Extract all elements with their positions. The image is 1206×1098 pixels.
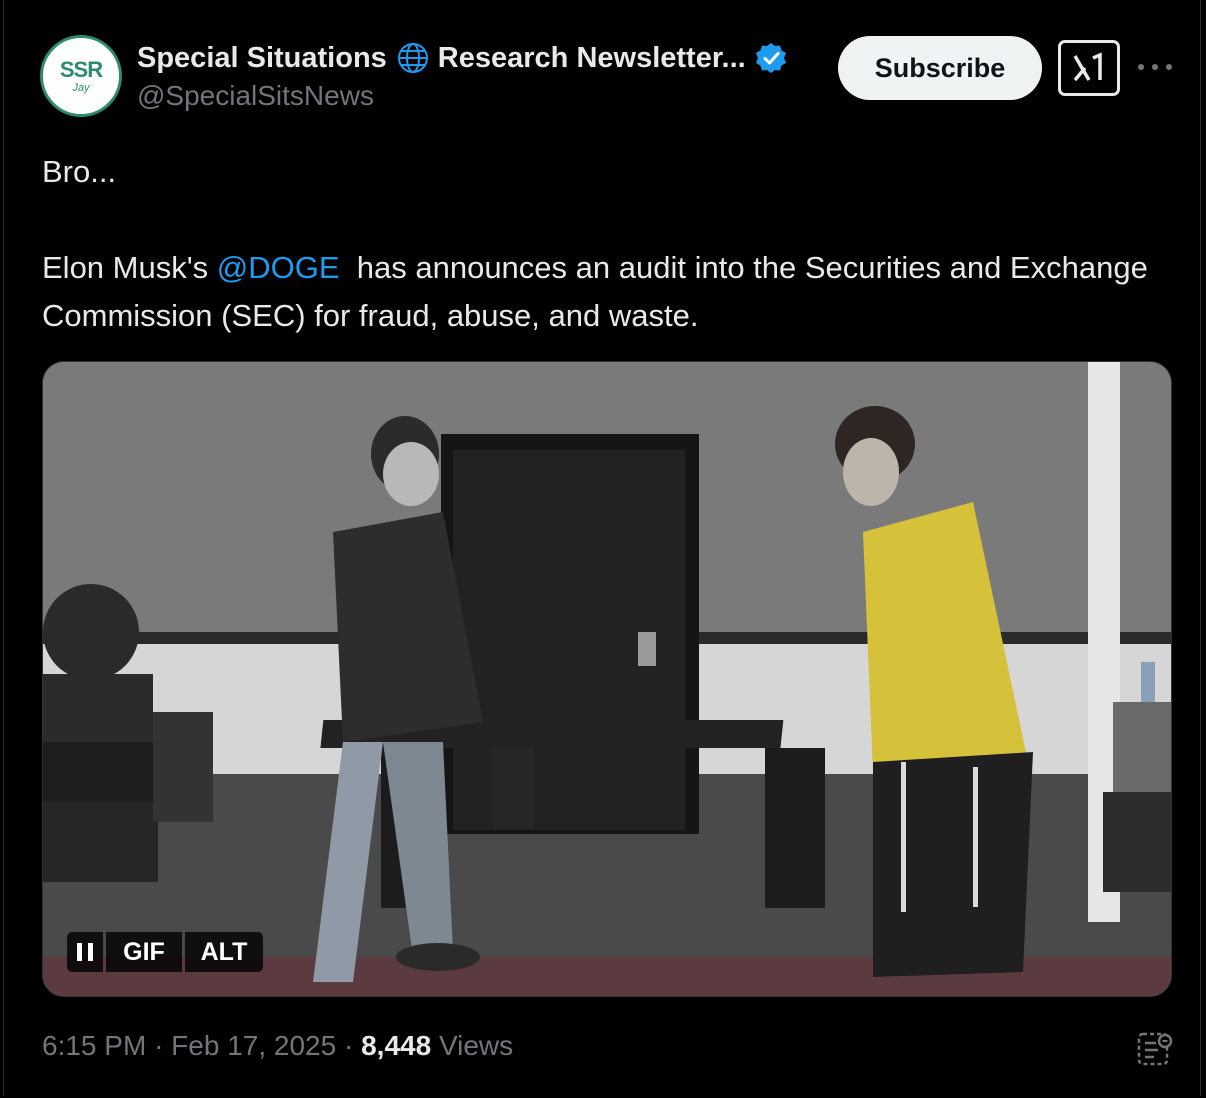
subscribe-button[interactable]: Subscribe	[838, 36, 1042, 100]
pause-button[interactable]	[67, 932, 103, 972]
display-name-suffix[interactable]: Research Newsletter...	[438, 42, 746, 75]
grok-icon	[1073, 52, 1102, 82]
grok-button[interactable]	[1058, 40, 1120, 96]
gif-badge: GIF	[106, 932, 182, 972]
tweet-text-prefix: Elon Musk's	[42, 250, 217, 285]
tweet-media-gif[interactable]: GIF ALT	[42, 361, 1172, 997]
tweet-meta: 6:15 PM · Feb 17, 2025 · 8,448 Views	[42, 1030, 513, 1062]
avatar[interactable]: SSR Jay	[40, 35, 122, 117]
meta-separator-2: ·	[343, 1030, 354, 1061]
tweet-line-2: Elon Musk's @DOGE has announces an audit…	[42, 244, 1162, 340]
more-options-button[interactable]	[1138, 52, 1172, 82]
pause-icon-bar	[88, 943, 93, 961]
doge-mention-link[interactable]: @DOGE	[217, 250, 340, 285]
avatar-text: SSR	[59, 56, 103, 82]
pause-icon	[77, 943, 82, 961]
verified-badge-icon[interactable]	[754, 41, 788, 75]
tweet-line-1: Bro...	[42, 154, 117, 189]
tweet-text: Bro... Elon Musk's @DOGE has announces a…	[42, 148, 1162, 340]
more-dot	[1152, 64, 1158, 70]
tweet-date[interactable]: Feb 17, 2025	[171, 1030, 336, 1061]
views-label: Views	[438, 1030, 514, 1061]
meta-separator: ·	[154, 1030, 164, 1061]
views-count: 8,448	[361, 1030, 432, 1061]
display-name[interactable]: Special Situations	[137, 42, 387, 75]
tweet-time[interactable]: 6:15 PM	[42, 1030, 146, 1061]
gif-frame-illustration	[43, 362, 1171, 996]
tweet-spacer	[42, 196, 1162, 244]
globe-icon	[396, 41, 430, 75]
avatar-subtext: Jay	[72, 81, 90, 94]
author-name-row[interactable]: Special Situations Research Newsletter..…	[137, 38, 788, 78]
analytics-icon[interactable]	[1136, 1030, 1174, 1068]
author-handle[interactable]: @SpecialSitsNews	[137, 80, 374, 112]
gif-controls: GIF ALT	[67, 932, 263, 972]
more-horizontal-icon	[1138, 64, 1144, 70]
alt-text-button[interactable]: ALT	[185, 932, 263, 972]
more-dot	[1166, 64, 1172, 70]
